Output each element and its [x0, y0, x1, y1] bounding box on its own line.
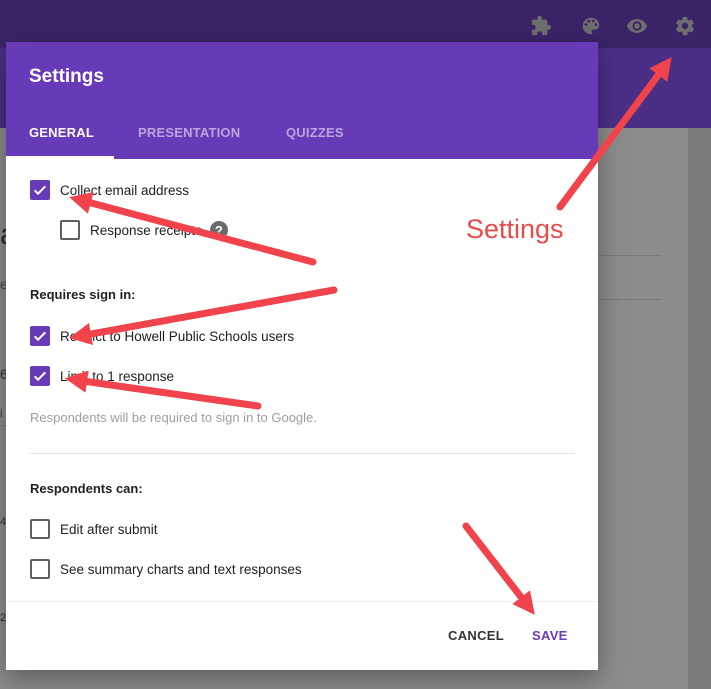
edit-after-submit-option[interactable]: Edit after submit: [30, 519, 158, 539]
tab-presentation[interactable]: PRESENTATION: [138, 125, 240, 140]
checkmark-icon: [33, 185, 47, 196]
tab-quizzes[interactable]: QUIZZES: [286, 125, 344, 140]
limit-response-option[interactable]: Limit to 1 response: [30, 366, 174, 386]
app-topbar: [0, 0, 711, 48]
puzzle-icon[interactable]: [529, 14, 553, 38]
collect-email-option[interactable]: Collect email address: [30, 180, 189, 200]
footer-divider: [6, 601, 598, 602]
cancel-button[interactable]: CANCEL: [448, 628, 504, 643]
dialog-title: Settings: [29, 66, 104, 87]
checkmark-icon: [33, 371, 47, 382]
edit-after-submit-label: Edit after submit: [60, 521, 158, 537]
response-receipts-label: Response receipts: [90, 222, 202, 238]
collect-email-checkbox[interactable]: [30, 180, 50, 200]
checkmark-icon: [33, 331, 47, 342]
section-divider: [30, 453, 575, 454]
summary-charts-checkbox[interactable]: [30, 559, 50, 579]
response-receipts-option[interactable]: Response receipts ?: [60, 220, 228, 240]
eye-icon[interactable]: [625, 14, 649, 38]
summary-charts-label: See summary charts and text responses: [60, 561, 302, 577]
tab-general[interactable]: GENERAL: [29, 125, 94, 140]
limit-response-checkbox[interactable]: [30, 366, 50, 386]
requires-sign-in-heading: Requires sign in:: [30, 287, 136, 302]
settings-dialog: Settings GENERAL PRESENTATION QUIZZES Co…: [6, 42, 598, 670]
save-button[interactable]: SAVE: [532, 628, 568, 643]
restrict-domain-checkbox[interactable]: [30, 326, 50, 346]
dialog-header: Settings GENERAL PRESENTATION QUIZZES: [6, 42, 598, 159]
response-receipts-checkbox[interactable]: [60, 220, 80, 240]
palette-icon[interactable]: [579, 14, 603, 38]
annotation-label: Settings: [466, 214, 564, 244]
help-icon[interactable]: ?: [209, 221, 228, 239]
respondents-can-heading: Respondents can:: [30, 481, 143, 496]
background-text-fragment: i: [0, 406, 3, 420]
gear-icon[interactable]: [673, 14, 697, 38]
sign-in-helper-text: Respondents will be required to sign in …: [30, 410, 317, 425]
active-tab-indicator: [6, 156, 114, 159]
summary-charts-option[interactable]: See summary charts and text responses: [30, 559, 302, 579]
limit-response-label: Limit to 1 response: [60, 368, 175, 384]
collect-email-label: Collect email address: [60, 182, 190, 198]
restrict-domain-option[interactable]: Restrict to Howell Public Schools users: [30, 326, 294, 346]
restrict-domain-label: Restrict to Howell Public Schools users: [60, 328, 295, 344]
edit-after-submit-checkbox[interactable]: [30, 519, 50, 539]
